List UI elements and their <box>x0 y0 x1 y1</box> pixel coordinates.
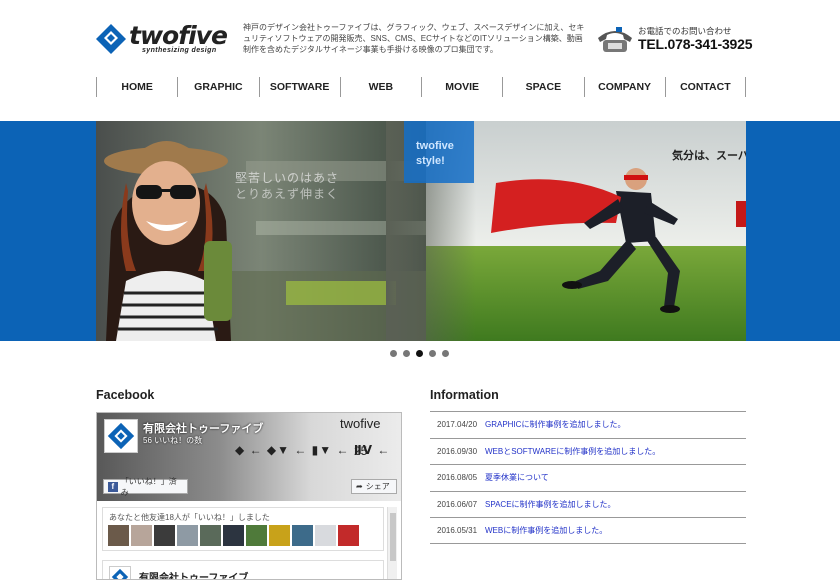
news-link[interactable]: WEBに制作事例を追加しました。 <box>485 525 607 536</box>
list-item: 2016.06/07 SPACEに制作事例を追加しました。 <box>430 490 746 518</box>
friend-avatar[interactable] <box>131 525 152 546</box>
news-date: 2016.09/30 <box>437 446 478 456</box>
logo-tagline: synthesizing design <box>142 47 217 54</box>
phone-contact[interactable]: お電話でのお問い合わせ TEL.078-341-3925 <box>594 24 754 56</box>
main-nav: HOME GRAPHIC SOFTWARE WEB MOVIE SPACE CO… <box>96 77 746 97</box>
cover-number: 25 <box>354 444 368 458</box>
site-logo[interactable]: twofive synthesizing design <box>96 21 236 58</box>
information-heading: Information <box>430 388 499 402</box>
logo-mark-icon <box>96 24 126 54</box>
logo-wordmark: twofive <box>129 21 228 50</box>
news-date: 2016.08/05 <box>437 473 478 483</box>
hero-badge-line1: twofive <box>416 140 454 152</box>
friends-like-box: あなたと他友達18人が「いいね！」しました <box>102 507 384 551</box>
facebook-page-name[interactable]: 有限会社トゥーファイブ <box>143 420 263 436</box>
feed-scrollbar[interactable] <box>387 507 397 579</box>
news-link[interactable]: WEBとSOFTWAREに制作事例を追加しました。 <box>485 446 660 457</box>
slider-dot-5[interactable] <box>442 350 449 357</box>
news-date: 2016.05/31 <box>437 525 478 535</box>
nav-web[interactable]: WEB <box>339 77 421 97</box>
facebook-f-icon: f <box>108 481 118 492</box>
facebook-post: 有限会社トゥーファイブ <box>102 560 384 580</box>
list-item: 2016.09/30 WEBとSOFTWAREに制作事例を追加しました。 <box>430 437 746 465</box>
friends-like-text: あなたと他友達18人が「いいね！」しました <box>109 513 270 522</box>
nav-software[interactable]: SOFTWARE <box>258 77 340 97</box>
nav-graphic[interactable]: GRAPHIC <box>177 77 258 97</box>
slider-dot-2[interactable] <box>403 350 410 357</box>
news-date: 2016.06/07 <box>437 499 478 509</box>
nav-contact[interactable]: CONTACT <box>664 77 746 97</box>
slider-dot-1[interactable] <box>390 350 397 357</box>
slider-pagination <box>390 350 449 357</box>
hero-slogan: 気分は、スーパー <box>672 150 746 162</box>
nav-movie[interactable]: MOVIE <box>421 77 502 97</box>
list-item: 2016.08/05 夏季休業について <box>430 464 746 491</box>
liked-button[interactable]: f 「いいね！」済み <box>103 477 188 497</box>
share-button-label: シェア <box>365 482 390 491</box>
nav-home[interactable]: HOME <box>96 77 177 97</box>
news-link[interactable]: 夏季休業について <box>485 472 549 483</box>
friend-avatar[interactable] <box>246 525 267 546</box>
slider-dot-4[interactable] <box>429 350 436 357</box>
share-arrow-icon: ➦ <box>356 482 363 491</box>
facebook-widget: 有限会社トゥーファイブ 56 いいね！の数 twofive ◆ ← ◆▼ ← ▮… <box>96 412 402 580</box>
liked-button-label: 「いいね！」済み <box>120 476 177 497</box>
nav-space[interactable]: SPACE <box>502 77 583 97</box>
news-link[interactable]: GRAPHICに制作事例を追加しました。 <box>485 419 625 430</box>
slider-dot-3[interactable] <box>416 350 423 357</box>
post-page-name[interactable]: 有限会社トゥーファイブ <box>139 569 248 579</box>
telephone-icon <box>598 27 632 52</box>
friend-avatar[interactable] <box>108 525 129 546</box>
page: twofive synthesizing design 神戸のデザイン会社トゥー… <box>0 0 840 580</box>
friend-avatar[interactable] <box>292 525 313 546</box>
scrollbar-thumb[interactable] <box>390 513 396 561</box>
post-page-logo-icon[interactable] <box>109 566 131 580</box>
cover-wordmark: twofive <box>340 416 381 431</box>
hero-slider[interactable]: 堅苦しいのはあさ とりあえず伸まく twofive style! 気分は、スーパ… <box>96 121 746 341</box>
friend-avatar[interactable] <box>177 525 198 546</box>
news-link[interactable]: SPACEに制作事例を追加しました。 <box>485 499 616 510</box>
friend-avatar[interactable] <box>269 525 290 546</box>
friend-avatar[interactable] <box>338 525 359 546</box>
news-date: 2017.04/20 <box>437 420 478 430</box>
friend-avatars <box>108 525 359 546</box>
hero-text-line1: 堅苦しいのはあさ <box>235 171 340 185</box>
friend-avatar[interactable] <box>315 525 336 546</box>
facebook-heading: Facebook <box>96 388 155 402</box>
hero-badge: twofive style! <box>404 121 474 183</box>
list-item: 2016.05/31 WEBに制作事例を追加しました。 <box>430 517 746 544</box>
company-intro: 神戸のデザイン会社トゥーファイブは、グラフィック、ウェブ、スペースデザインに加え… <box>243 23 585 54</box>
hero-badge-line2: style! <box>416 155 445 167</box>
friend-avatar[interactable] <box>200 525 221 546</box>
nav-company[interactable]: COMPANY <box>583 77 665 97</box>
friend-avatar[interactable] <box>154 525 175 546</box>
phone-number[interactable]: TEL.078-341-3925 <box>638 36 753 52</box>
list-item: 2017.04/20 GRAPHICに制作事例を追加しました。 <box>430 411 746 438</box>
information-list: 2017.04/20 GRAPHICに制作事例を追加しました。 2016.09/… <box>430 411 746 544</box>
facebook-like-count: 56 いいね！の数 <box>143 436 203 445</box>
facebook-page-logo-icon[interactable] <box>104 419 138 453</box>
share-button[interactable]: ➦ シェア <box>351 479 397 494</box>
friend-avatar[interactable] <box>223 525 244 546</box>
hero-text-line2: とりあえず伸まく <box>235 187 340 201</box>
